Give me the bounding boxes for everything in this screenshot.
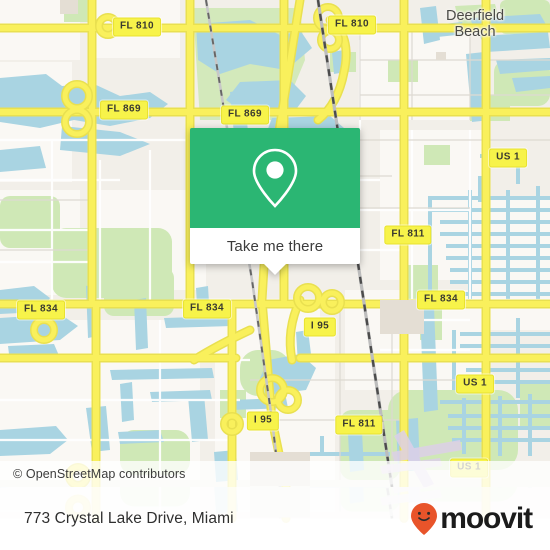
road-shield-us-1-north: US 1 xyxy=(489,148,527,168)
road-shield-us-1-middle: US 1 xyxy=(456,374,494,394)
take-me-there-label: Take me there xyxy=(226,237,324,255)
road-shield-fl-869-west: FL 869 xyxy=(100,100,148,120)
moovit-wordmark: moovit xyxy=(440,501,533,535)
card-action-area[interactable]: Take me there xyxy=(190,228,360,275)
road-shield-fl-810-west: FL 810 xyxy=(113,17,161,37)
road-shield-i-95-south: I 95 xyxy=(246,411,280,431)
card-icon-area xyxy=(190,128,360,228)
road-shield-fl-811-north: FL 811 xyxy=(384,225,432,245)
moovit-logo[interactable]: moovit xyxy=(409,501,533,536)
road-shield-fl-834-center: FL 834 xyxy=(183,299,231,319)
road-shield-fl-834-west: FL 834 xyxy=(17,300,65,320)
attribution-text[interactable]: © OpenStreetMap contributors xyxy=(13,467,186,481)
road-shield-fl-869-east: FL 869 xyxy=(221,105,269,125)
map-screenshot: Deerfield Beach FL 810 FL 810 FL 869 FL … xyxy=(0,0,550,550)
address-label: 773 Crystal Lake Drive, Miami xyxy=(24,509,234,527)
map-pin-icon xyxy=(252,148,298,208)
footer-bar: 773 Crystal Lake Drive, Miami moovit xyxy=(0,487,550,550)
take-me-there-card[interactable]: Take me there xyxy=(190,128,360,275)
map-attribution-bar: © OpenStreetMap contributors xyxy=(0,461,550,487)
road-shield-i-95-north: I 95 xyxy=(303,317,337,337)
place-label-deerfield-beach: Deerfield Beach xyxy=(445,8,505,40)
map-canvas[interactable]: Deerfield Beach FL 810 FL 810 FL 869 FL … xyxy=(0,0,550,487)
card-pointer-tail xyxy=(264,264,286,275)
moovit-pin-smiley-icon xyxy=(411,502,438,535)
road-shield-fl-811-south: FL 811 xyxy=(335,415,383,435)
road-shield-fl-834-east: FL 834 xyxy=(417,290,465,310)
road-shield-fl-810-east: FL 810 xyxy=(328,15,376,35)
